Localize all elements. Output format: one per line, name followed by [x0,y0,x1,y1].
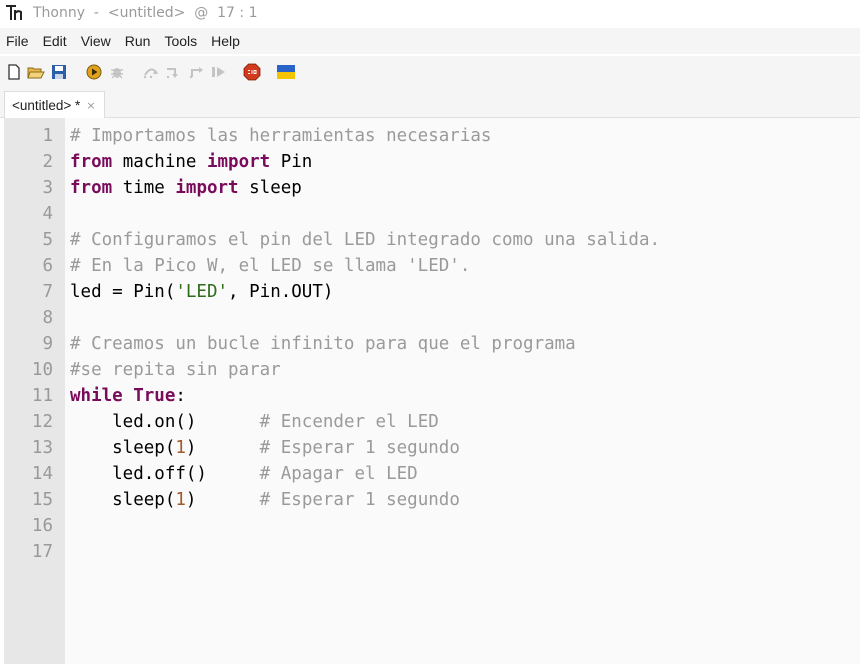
code-line: #se repita sin parar [70,357,281,383]
code-token: time [112,178,176,198]
line-number: 8 [42,308,53,328]
line-number: 4 [42,204,53,224]
code-token: ) [185,490,197,510]
code-token: import [206,152,271,172]
tab-untitled[interactable]: <untitled> * × [4,91,105,118]
code-token: # Configuramos el pin del LED integrado … [70,230,661,250]
menu-view[interactable]: View [75,33,119,49]
code-token: # Creamos un bucle infinito para que el … [70,334,576,354]
code-token: 1 [175,438,186,458]
line-number: 14 [31,464,53,484]
menu-file[interactable]: File [0,33,37,49]
line-number: 10 [31,360,53,380]
code-token: sleep( [70,490,176,510]
code-token: from [70,178,113,198]
code-token: # En la Pico W, el LED se llama 'LED'. [70,256,471,276]
code-line: from machine import Pin [70,149,312,175]
code-line: # Configuramos el pin del LED integrado … [70,227,660,253]
code-token: 1 [175,490,186,510]
code-token: led.on() [70,412,197,432]
toolbar [0,56,860,88]
code-editor[interactable]: # Importamos las herramientas necesarias… [65,118,860,664]
line-number: 16 [31,516,53,536]
code-token: True [133,386,176,406]
line-number: 15 [31,490,53,510]
ukraine-flag-icon[interactable] [277,63,295,81]
menu-edit[interactable]: Edit [37,33,75,49]
code-token: # Esperar 1 segundo [259,490,460,510]
code-token: # Importamos las herramientas necesarias [70,126,492,146]
stop-icon[interactable] [243,63,261,81]
code-token: # Apagar el LED [259,464,418,484]
code-token: Pin [270,152,313,172]
code-token: machine [112,152,207,172]
menu-run[interactable]: Run [119,33,159,49]
code-token: led = Pin( [70,282,176,302]
code-line: led = Pin('LED', Pin.OUT) [70,279,333,305]
line-number: 9 [42,334,53,354]
line-number-gutter: 1 2 3 4 5 6 7 8 9 10 11 12 13 14 15 16 17 [4,118,65,664]
step-out-icon[interactable] [188,63,206,81]
line-number: 6 [42,256,53,276]
resume-icon[interactable] [210,63,228,81]
code-token: sleep( [70,438,176,458]
new-file-icon[interactable] [5,63,23,81]
editor-tab-strip: <untitled> * × [0,88,860,118]
code-token: ) [185,438,197,458]
code-token: from [70,152,113,172]
open-file-icon[interactable] [27,63,45,81]
code-line: # Importamos las herramientas necesarias [70,123,491,149]
code-token: : [175,386,186,406]
line-number: 2 [42,152,53,172]
step-into-icon[interactable] [165,63,183,81]
menu-tools[interactable]: Tools [158,33,205,49]
line-number: 17 [31,542,53,562]
menu-help[interactable]: Help [205,33,248,49]
code-line: # En la Pico W, el LED se llama 'LED'. [70,253,470,279]
code-token: import [175,178,239,198]
code-line: from time import sleep [70,175,302,201]
tab-close-icon[interactable]: × [86,99,95,112]
window-title: Thonny - <untitled> @ 17 : 1 [33,5,258,21]
code-line: # Creamos un bucle infinito para que el … [70,331,576,357]
line-number: 11 [31,386,53,406]
line-number: 12 [31,412,53,432]
line-number: 1 [42,126,53,146]
code-token: 'LED' [175,282,229,302]
code-token: sleep [238,178,302,198]
debug-icon[interactable] [108,63,126,81]
code-token: #se repita sin parar [70,360,281,380]
title-bar: Thonny - <untitled> @ 17 : 1 [0,0,860,26]
code-token: , Pin.OUT) [228,282,334,302]
code-line: while True: [70,383,186,409]
save-icon[interactable] [50,63,68,81]
code-line: led.off() # Apagar el LED [70,461,418,487]
line-number: 3 [42,178,53,198]
code-line: sleep(1) # Esperar 1 segundo [70,435,460,461]
line-number: 7 [42,282,53,302]
code-line: sleep(1) # Esperar 1 segundo [70,487,460,513]
tab-label: <untitled> * [12,97,81,113]
code-token: # Encender el LED [259,412,439,432]
thonny-logo-icon [5,2,29,24]
code-token: led.off() [70,464,207,484]
line-number: 5 [42,230,53,250]
step-over-icon[interactable] [142,63,160,81]
code-token: # Esperar 1 segundo [259,438,460,458]
line-number: 13 [31,438,53,458]
code-token: while [70,386,123,406]
run-icon[interactable] [85,63,103,81]
menu-bar: File Edit View Run Tools Help [0,28,860,54]
code-line: led.on() # Encender el LED [70,409,439,435]
